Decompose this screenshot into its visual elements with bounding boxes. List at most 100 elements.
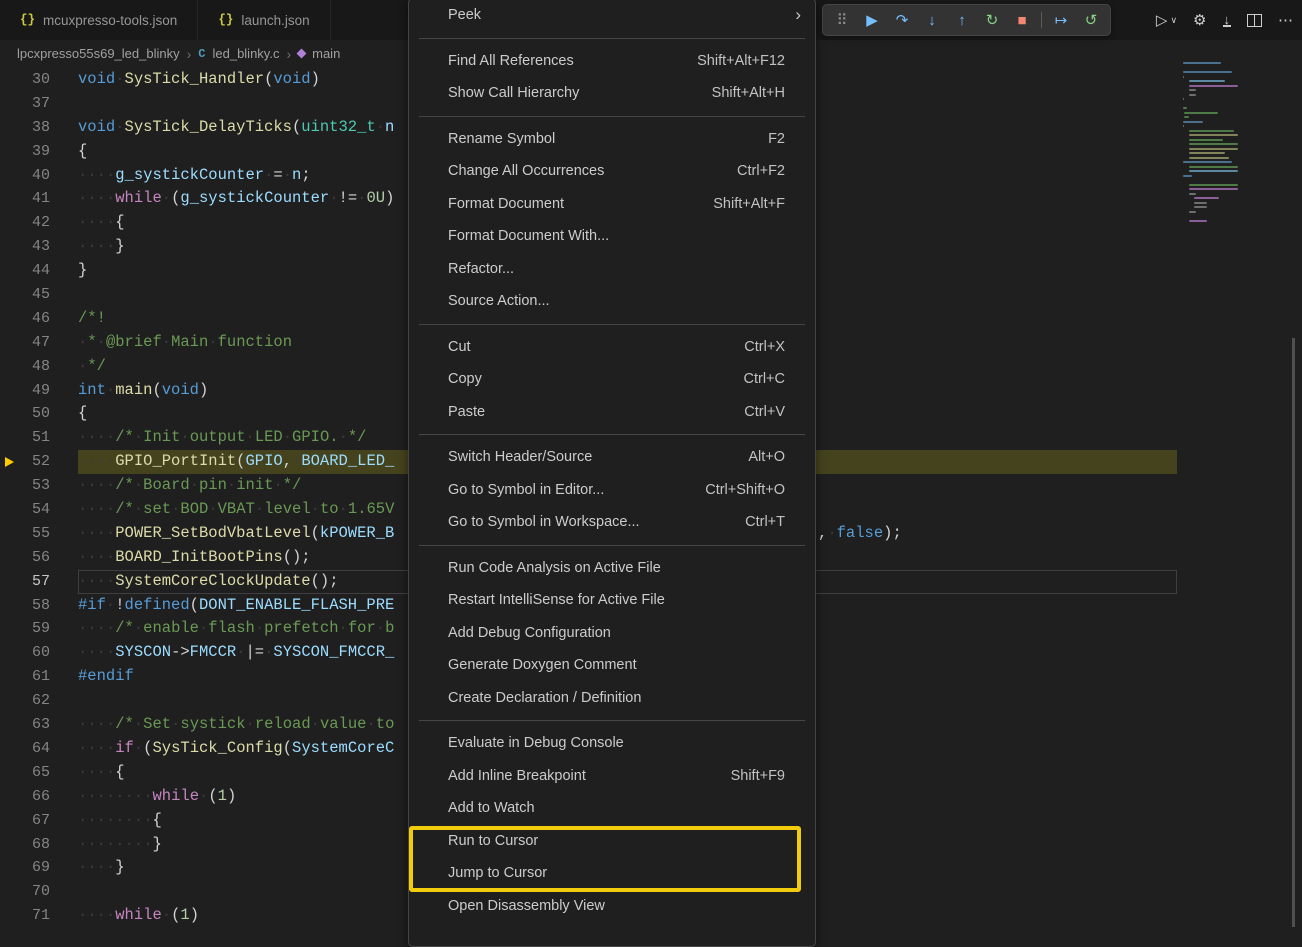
restart-button[interactable]: ↻ [977,11,1007,29]
menu-item-copy[interactable]: CopyCtrl+C [409,363,815,396]
line-number[interactable]: 57 [20,570,50,594]
glyph-margin[interactable] [0,833,20,857]
line-number[interactable]: 37 [20,92,50,116]
glyph-margin[interactable] [0,737,20,761]
glyph-margin[interactable] [0,474,20,498]
menu-item-add-to-watch[interactable]: Add to Watch [409,792,815,825]
menu-item-source-action[interactable]: Source Action... [409,285,815,318]
reset-device-button[interactable]: ↺ [1076,11,1106,29]
glyph-margin[interactable] [0,379,20,403]
glyph-margin[interactable] [0,140,20,164]
line-number[interactable]: 48 [20,355,50,379]
glyph-margin[interactable] [0,331,20,355]
scrollbar-thumb[interactable] [1292,338,1295,927]
glyph-margin[interactable] [0,402,20,426]
line-number[interactable]: 64 [20,737,50,761]
line-number[interactable]: 60 [20,641,50,665]
line-number[interactable]: 41 [20,187,50,211]
menu-item-show-call-hierarchy[interactable]: Show Call HierarchyShift+Alt+H [409,77,815,110]
glyph-margin[interactable] [0,307,20,331]
breadcrumb-symbol[interactable]: main [312,46,340,61]
menu-item-create-declaration-definition[interactable]: Create Declaration / Definition [409,682,815,715]
line-number[interactable]: 53 [20,474,50,498]
glyph-margin[interactable] [0,546,20,570]
line-number[interactable]: 59 [20,617,50,641]
menu-item-change-all-occurrences[interactable]: Change All OccurrencesCtrl+F2 [409,155,815,188]
menu-item-add-debug-configuration[interactable]: Add Debug Configuration [409,617,815,650]
line-number[interactable]: 69 [20,856,50,880]
glyph-margin[interactable] [0,164,20,188]
more-actions-button[interactable]: ⋯ [1275,10,1296,31]
tab-launch-json[interactable]: {}launch.json [198,0,330,40]
menu-item-switch-header-source[interactable]: Switch Header/SourceAlt+O [409,441,815,474]
glyph-margin[interactable] [0,713,20,737]
menu-item-open-disassembly-view[interactable]: Open Disassembly View [409,890,815,923]
line-number[interactable]: 51 [20,426,50,450]
glyph-margin[interactable] [0,355,20,379]
line-number[interactable]: 68 [20,833,50,857]
menu-item-generate-doxygen-comment[interactable]: Generate Doxygen Comment [409,649,815,682]
menu-item-cut[interactable]: CutCtrl+X [409,331,815,364]
glyph-margin[interactable] [0,761,20,785]
line-number[interactable]: 50 [20,402,50,426]
menu-item-jump-to-cursor[interactable]: Jump to Cursor [409,857,815,890]
line-number[interactable]: 61 [20,665,50,689]
glyph-margin[interactable] [0,283,20,307]
glyph-margin[interactable] [0,641,20,665]
line-number[interactable]: 63 [20,713,50,737]
glyph-margin[interactable] [0,450,20,474]
glyph-margin[interactable] [0,92,20,116]
menu-item-refactor[interactable]: Refactor... [409,253,815,286]
glyph-margin[interactable] [0,116,20,140]
glyph-margin[interactable] [0,211,20,235]
menu-item-peek[interactable]: Peek› [409,0,815,32]
line-number[interactable]: 44 [20,259,50,283]
glyph-margin[interactable] [0,522,20,546]
line-number[interactable]: 46 [20,307,50,331]
stop-button[interactable]: ■ [1007,12,1037,29]
menu-item-paste[interactable]: PasteCtrl+V [409,396,815,429]
menu-item-rename-symbol[interactable]: Rename SymbolF2 [409,123,815,156]
line-number[interactable]: 58 [20,594,50,618]
line-number[interactable]: 38 [20,116,50,140]
glyph-margin[interactable] [0,880,20,904]
line-number[interactable]: 43 [20,235,50,259]
minimap[interactable] [1183,62,1278,224]
glyph-margin[interactable] [0,235,20,259]
line-number[interactable]: 42 [20,211,50,235]
glyph-margin[interactable] [0,187,20,211]
breadcrumb-folder[interactable]: lpcxpresso55s69_led_blinky [17,46,180,61]
line-number[interactable]: 49 [20,379,50,403]
glyph-margin[interactable] [0,617,20,641]
step-out-button[interactable]: ↑ [947,12,977,29]
glyph-margin[interactable] [0,785,20,809]
menu-item-format-document[interactable]: Format DocumentShift+Alt+F [409,188,815,221]
settings-button[interactable]: ⚙ [1190,10,1209,31]
line-number[interactable]: 66 [20,785,50,809]
line-number[interactable]: 47 [20,331,50,355]
line-number[interactable]: 62 [20,689,50,713]
menu-item-go-to-symbol-in-editor[interactable]: Go to Symbol in Editor...Ctrl+Shift+O [409,474,815,507]
menu-item-format-document-with[interactable]: Format Document With... [409,220,815,253]
glyph-margin[interactable] [0,498,20,522]
menu-item-go-to-symbol-in-workspace[interactable]: Go to Symbol in Workspace...Ctrl+T [409,506,815,539]
menu-item-find-all-references[interactable]: Find All ReferencesShift+Alt+F12 [409,45,815,78]
line-number[interactable]: 65 [20,761,50,785]
continue-button[interactable]: ▶ [857,11,887,29]
step-over-button[interactable]: ↷ [887,11,917,29]
line-number[interactable]: 54 [20,498,50,522]
glyph-margin[interactable] [0,259,20,283]
line-number[interactable]: 40 [20,164,50,188]
menu-item-run-code-analysis-on-active-file[interactable]: Run Code Analysis on Active File [409,552,815,585]
breadcrumb-file[interactable]: led_blinky.c [212,46,279,61]
split-editor-button[interactable] [1244,11,1265,30]
line-number[interactable]: 71 [20,904,50,928]
menu-item-restart-intellisense-for-active-file[interactable]: Restart IntelliSense for Active File [409,584,815,617]
flash-download-button[interactable]: ↓ [1220,11,1235,30]
glyph-margin[interactable] [0,856,20,880]
line-number[interactable]: 67 [20,809,50,833]
line-number[interactable]: 45 [20,283,50,307]
line-number[interactable]: 30 [20,68,50,92]
step-into-button[interactable]: ↓ [917,12,947,29]
line-number[interactable]: 39 [20,140,50,164]
